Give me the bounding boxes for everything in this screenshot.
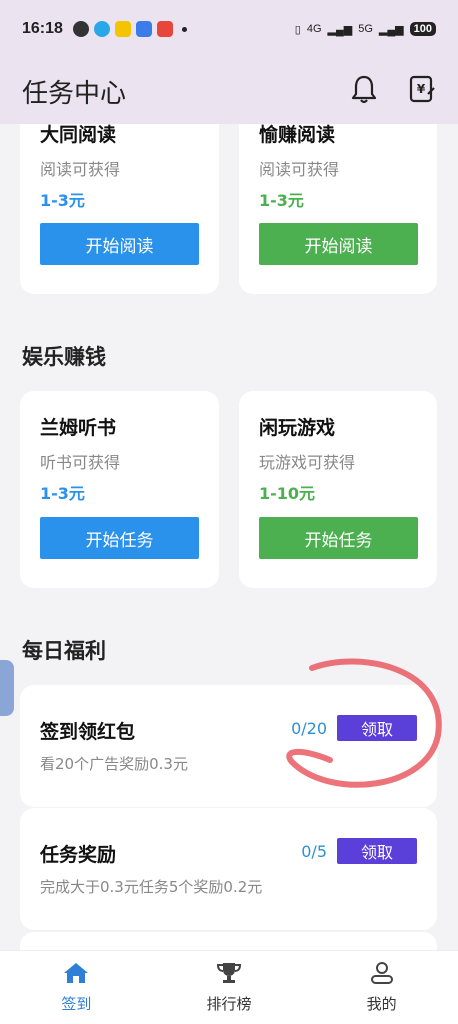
task-reward: 1-3元 <box>259 191 304 210</box>
nav-label: 我的 <box>366 995 397 1013</box>
video-app-icon <box>156 21 173 37</box>
app-icon <box>135 21 152 37</box>
task-reward: 1-10元 <box>259 484 316 503</box>
app-bar: 任务中心 ¥ <box>0 58 458 124</box>
qq-icon <box>93 21 110 37</box>
task-subtitle: 玩游戏可获得 <box>259 453 356 472</box>
floating-side-tab[interactable] <box>0 660 14 716</box>
section-title-welfare: 每日福利 <box>22 639 106 663</box>
content-area[interactable]: 大同阅读 阅读可获得 1-3元 开始阅读 愉赚阅读 阅读可获得 1-3元 开始阅… <box>0 124 458 950</box>
page-title: 任务中心 <box>22 78 127 109</box>
welfare-desc: 完成大于0.3元任务5个奖励0.2元 <box>40 878 263 896</box>
more-dot-icon <box>181 26 187 32</box>
welfare-title: 签到领红包 <box>40 721 136 743</box>
task-title: 愉赚阅读 <box>259 124 336 146</box>
task-card-yuzhuan: 愉赚阅读 阅读可获得 1-3元 开始阅读 <box>239 124 437 294</box>
svg-text:¥: ¥ <box>417 82 426 96</box>
status-time: 16:18 <box>22 20 63 37</box>
task-card-lanmu: 兰姆听书 听书可获得 1-3元 开始任务 <box>20 391 219 588</box>
nav-signin[interactable]: 签到 <box>0 951 153 1024</box>
status-bar: 16:18 ▯ 4G ▂▄▆ 5G ▂▄▆ 100 <box>0 0 458 58</box>
welfare-progress: 0/5 <box>301 842 327 861</box>
welfare-item-signin: 签到领红包 0/20 领取 看20个广告奖励0.3元 <box>20 685 437 807</box>
task-reward: 1-3元 <box>40 191 85 210</box>
bottom-nav: 签到 排行榜 我的 <box>0 950 458 1024</box>
task-title: 大同阅读 <box>40 124 117 146</box>
start-reading-button[interactable]: 开始阅读 <box>40 223 199 265</box>
user-icon <box>368 961 396 989</box>
welfare-item-task-reward: 任务奖励 0/5 领取 完成大于0.3元任务5个奖励0.2元 <box>20 808 437 930</box>
task-subtitle: 听书可获得 <box>40 453 121 472</box>
nav-ranking[interactable]: 排行榜 <box>153 951 306 1024</box>
home-icon <box>62 961 90 989</box>
task-card-xianwan: 闲玩游戏 玩游戏可获得 1-10元 开始任务 <box>239 391 437 588</box>
meituan-icon <box>114 21 131 37</box>
notification-icons <box>72 21 187 37</box>
signal-icon-2: ▂▄▆ <box>378 23 404 36</box>
section-title-entertainment: 娱乐赚钱 <box>22 345 106 369</box>
task-card-datong: 大同阅读 阅读可获得 1-3元 开始阅读 <box>20 124 219 294</box>
start-task-button[interactable]: 开始任务 <box>40 517 199 559</box>
vibrate-icon: ▯ <box>294 23 301 36</box>
claim-button[interactable]: 领取 <box>337 838 417 864</box>
claim-button[interactable]: 领取 <box>337 715 417 741</box>
nav-mine[interactable]: 我的 <box>305 951 458 1024</box>
bell-icon[interactable] <box>350 74 378 108</box>
start-task-button[interactable]: 开始任务 <box>259 517 418 559</box>
start-reading-button[interactable]: 开始阅读 <box>259 223 418 265</box>
network-label-1: 4G <box>306 23 322 35</box>
task-title: 兰姆听书 <box>40 417 117 439</box>
welfare-title: 任务奖励 <box>40 844 117 866</box>
nav-label: 排行榜 <box>206 995 252 1013</box>
task-reward: 1-3元 <box>40 484 85 503</box>
welfare-desc: 看20个广告奖励0.3元 <box>40 755 188 773</box>
withdraw-icon[interactable]: ¥ <box>408 74 436 108</box>
task-subtitle: 阅读可获得 <box>259 160 340 179</box>
trophy-icon <box>215 961 243 989</box>
nav-label: 签到 <box>61 995 92 1013</box>
network-label-2: 5G <box>358 23 373 35</box>
signal-icon: ▂▄▆ <box>327 23 353 36</box>
welfare-item-partial <box>20 932 437 950</box>
task-title: 闲玩游戏 <box>259 417 336 439</box>
battery-icon: 100 <box>409 22 436 36</box>
task-subtitle: 阅读可获得 <box>40 160 121 179</box>
welfare-progress: 0/20 <box>291 719 327 738</box>
wechat-icon <box>72 21 89 37</box>
